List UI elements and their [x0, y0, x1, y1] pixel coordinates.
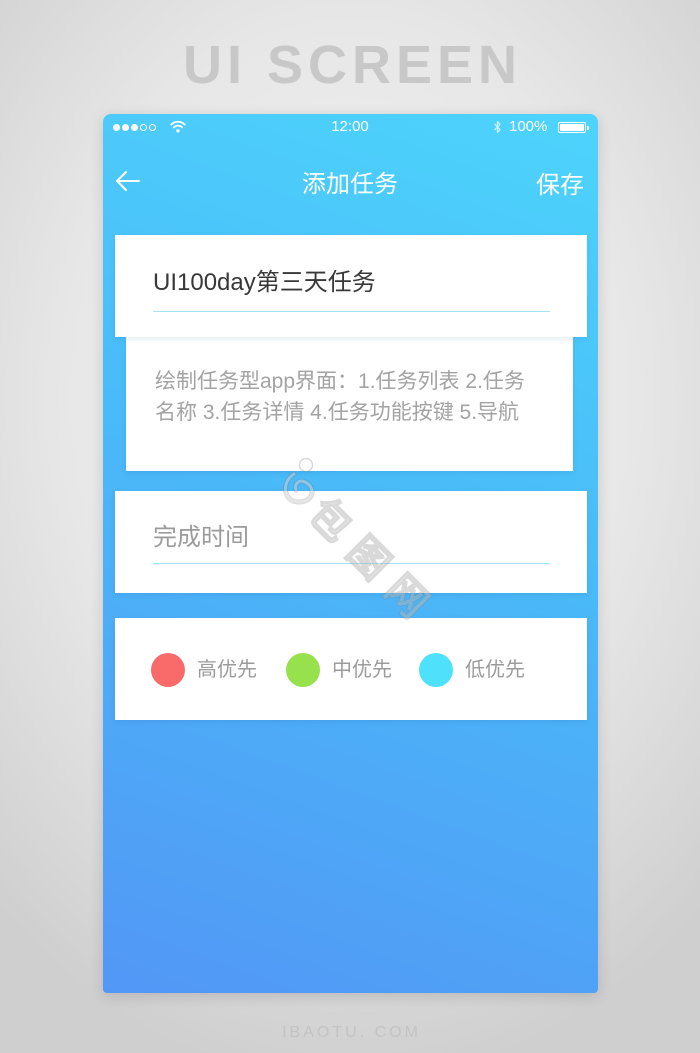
description-card: 绘制任务型app界面：1.任务列表 2.任务 名称 3.任务详情 4.任务功能按… [126, 337, 573, 471]
signal-dot [131, 124, 138, 131]
status-time: 12:00 [331, 118, 369, 135]
phone-screen: 12:00 100% 添加任务 保存 绘制任务型app界面：1.任务列表 2.任… [103, 114, 598, 993]
priority-label-low: 低优先 [465, 659, 525, 681]
banner-title: UI SCREEN [182, 35, 523, 95]
task-name-card: UI100day第三天任务 [115, 235, 587, 337]
page-title: 添加任务 [302, 171, 398, 198]
battery-icon [558, 122, 589, 133]
priority-option-high[interactable]: 高优先 [151, 653, 257, 687]
wifi-icon [170, 120, 186, 133]
signal-dot [140, 124, 147, 131]
signal-dot [149, 124, 156, 131]
save-button[interactable]: 保存 [536, 171, 584, 201]
page: UI SCREEN 12:00 100% 添加任务 保存 绘制任务型app界面：… [0, 0, 700, 1053]
due-time-placeholder: 完成时间 [153, 524, 249, 551]
due-time-underline [153, 563, 550, 564]
signal-dots-icon [113, 124, 156, 131]
due-time-card: 完成时间 [115, 491, 587, 593]
task-name-field[interactable]: UI100day第三天任务 [115, 235, 587, 337]
signal-dot [113, 124, 120, 131]
battery-percent: 100% [509, 118, 548, 135]
due-time-field[interactable]: 完成时间 [115, 491, 587, 593]
signal-dot [122, 124, 129, 131]
description-field[interactable]: 绘制任务型app界面：1.任务列表 2.任务 名称 3.任务详情 4.任务功能按… [126, 337, 573, 471]
back-button[interactable] [115, 170, 141, 192]
priority-option-medium[interactable]: 中优先 [286, 653, 392, 687]
priority-option-low[interactable]: 低优先 [419, 653, 525, 687]
priority-dot-medium [286, 653, 320, 687]
bluetooth-icon [493, 120, 502, 134]
description-line: 绘制任务型app界面：1.任务列表 2.任务 [155, 370, 525, 393]
priority-label-medium: 中优先 [332, 659, 392, 681]
description-line: 名称 3.任务详情 4.任务功能按键 5.导航 [155, 401, 520, 424]
description-text: 绘制任务型app界面：1.任务列表 2.任务 名称 3.任务详情 4.任务功能按… [155, 366, 525, 428]
priority-card: 高优先 中优先 低优先 [115, 618, 587, 720]
back-arrow-icon [115, 170, 141, 192]
footer-site: IBAOTU. COM [282, 1024, 421, 1041]
priority-label-high: 高优先 [197, 659, 257, 681]
task-name-underline [153, 311, 550, 312]
priority-dot-high [151, 653, 185, 687]
battery-level [560, 124, 584, 131]
task-name-value: UI100day第三天任务 [153, 269, 376, 296]
priority-dot-low [419, 653, 453, 687]
